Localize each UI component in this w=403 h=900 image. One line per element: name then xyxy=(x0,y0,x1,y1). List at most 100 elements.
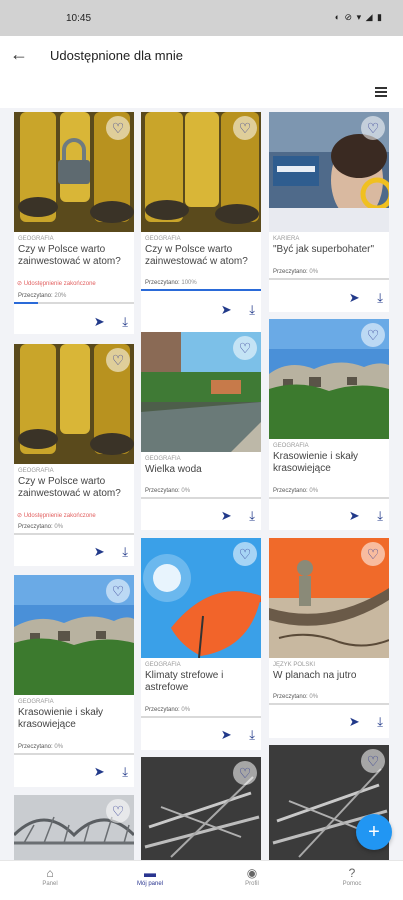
read-status: Przeczytano: 20% xyxy=(18,293,67,299)
page-title: Udostępnione dla mnie xyxy=(50,48,183,63)
heart-icon[interactable]: ♡ xyxy=(233,116,257,140)
download-icon[interactable]: ⤓ xyxy=(122,314,128,330)
read-status: Przeczytano: 0% xyxy=(145,707,191,713)
share-icon[interactable]: ➤ xyxy=(221,727,232,743)
heart-icon[interactable]: ♡ xyxy=(233,542,257,566)
share-icon[interactable]: ➤ xyxy=(94,544,105,560)
view-toolbar xyxy=(0,76,403,108)
app-bar: ← Udostępnione dla mnie xyxy=(0,36,403,76)
card-9[interactable]: ♡ xyxy=(14,795,134,860)
heart-icon[interactable]: ♡ xyxy=(106,348,130,372)
card-category: KARIERA xyxy=(273,236,300,242)
home-icon: ⌂ xyxy=(46,866,54,880)
card-actions: ➤ ⤓ xyxy=(335,508,383,524)
card-title: Wielka woda xyxy=(145,464,202,475)
read-progress-bar xyxy=(269,497,389,499)
nav-label: Panel xyxy=(42,881,58,887)
card-category: GEOGRAFIA xyxy=(145,662,181,668)
read-status: Przeczytano: 0% xyxy=(273,694,319,700)
download-icon[interactable]: ⤓ xyxy=(122,764,128,780)
card-category: JĘZYK POLSKI xyxy=(273,662,316,668)
read-progress-bar xyxy=(141,497,261,499)
read-status: Przeczytano: 0% xyxy=(18,524,64,530)
card-10[interactable]: ♡ xyxy=(141,757,261,860)
card-title: Czy w Polsce warto zainwestować w atom? xyxy=(18,244,121,267)
card-actions: ➤ ⤓ xyxy=(80,314,128,330)
bottom-navigation: ⌂ Panel ▬ Mój panel ◉ Profil ? Pomoc xyxy=(0,860,403,900)
card-title: "Być jak superbohater" xyxy=(273,244,375,255)
card-actions: ➤ ⤓ xyxy=(207,302,255,318)
card-category: GEOGRAFIA xyxy=(18,236,54,242)
share-icon[interactable]: ➤ xyxy=(94,764,105,780)
share-icon[interactable]: ➤ xyxy=(349,714,360,730)
download-icon[interactable]: ⤓ xyxy=(377,714,383,730)
read-progress-bar xyxy=(141,289,261,291)
download-icon[interactable]: ⤓ xyxy=(249,727,255,743)
share-ended-warning: ⊘ Udostępnienie zakończone xyxy=(17,281,96,287)
nav-item-my-panel[interactable]: ▬ Mój panel xyxy=(100,865,200,887)
list-view-icon[interactable] xyxy=(375,87,387,97)
status-icons: ◐ ⊘ ▾ ◢ ▮ xyxy=(334,12,383,22)
heart-icon[interactable]: ♡ xyxy=(106,799,130,823)
download-icon[interactable]: ⤓ xyxy=(377,290,383,306)
heart-icon[interactable]: ♡ xyxy=(106,579,130,603)
share-icon[interactable]: ➤ xyxy=(221,508,232,524)
card-title: Krasowienie i skały krasowiejące xyxy=(273,451,359,474)
nav-item-profile[interactable]: ◉ Profil xyxy=(202,865,302,887)
nav-label: Profil xyxy=(245,881,259,887)
card-8[interactable]: ♡ JĘZYK POLSKI W planach na jutro Przecz… xyxy=(269,538,389,738)
read-progress-bar xyxy=(14,753,134,755)
share-icon[interactable]: ➤ xyxy=(221,302,232,318)
card-5[interactable]: ♡ GEOGRAFIA Krasowienie i skały krasowie… xyxy=(269,319,389,530)
read-progress-bar xyxy=(141,716,261,718)
nav-label: Mój panel xyxy=(136,881,163,887)
read-progress-bar xyxy=(14,302,134,304)
card-2[interactable]: ♡ KARIERA "Być jak superbohater" Przeczy… xyxy=(269,112,389,312)
read-status: Przeczytano: 100% xyxy=(145,280,197,286)
card-title: Klimaty strefowe i astrefowe xyxy=(145,670,224,693)
card-0[interactable]: ♡ GEOGRAFIA Czy w Polsce warto zainwesto… xyxy=(14,112,134,334)
heart-icon[interactable]: ♡ xyxy=(361,116,385,140)
read-progress-bar xyxy=(14,533,134,535)
card-actions: ➤ ⤓ xyxy=(335,714,383,730)
download-icon[interactable]: ⤓ xyxy=(122,544,128,560)
card-actions: ➤ ⤓ xyxy=(207,727,255,743)
add-button[interactable]: + xyxy=(356,814,392,850)
card-category: GEOGRAFIA xyxy=(145,456,181,462)
card-title: Czy w Polsce warto zainwestować w atom? xyxy=(18,476,121,499)
status-bar: 10:45 ◐ ⊘ ▾ ◢ ▮ xyxy=(0,0,403,36)
heart-icon[interactable]: ♡ xyxy=(361,323,385,347)
read-status: Przeczytano: 0% xyxy=(145,488,191,494)
nav-label: Pomoc xyxy=(342,881,362,887)
back-arrow-icon[interactable]: ← xyxy=(10,44,30,64)
share-icon[interactable]: ➤ xyxy=(349,508,360,524)
card-actions: ➤ ⤓ xyxy=(335,290,383,306)
card-4[interactable]: ♡ GEOGRAFIA Wielka woda Przeczytano: 0% … xyxy=(141,332,261,530)
card-title: W planach na jutro xyxy=(273,670,357,681)
read-status: Przeczytano: 0% xyxy=(18,744,64,750)
download-icon[interactable]: ⤓ xyxy=(249,302,255,318)
read-progress-fill xyxy=(141,289,261,291)
heart-icon[interactable]: ♡ xyxy=(233,761,257,785)
card-actions: ➤ ⤓ xyxy=(80,544,128,560)
card-category: GEOGRAFIA xyxy=(18,699,54,705)
download-icon[interactable]: ⤓ xyxy=(377,508,383,524)
card-category: GEOGRAFIA xyxy=(145,236,181,242)
download-icon[interactable]: ⤓ xyxy=(249,508,255,524)
share-ended-warning: ⊘ Udostępnienie zakończone xyxy=(17,513,96,519)
card-6[interactable]: ♡ GEOGRAFIA Krasowienie i skały krasowie… xyxy=(14,575,134,787)
card-7[interactable]: ♡ GEOGRAFIA Klimaty strefowe i astrefowe… xyxy=(141,538,261,750)
share-icon[interactable]: ➤ xyxy=(94,314,105,330)
heart-icon[interactable]: ♡ xyxy=(361,749,385,773)
card-title: Krasowienie i skały krasowiejące xyxy=(18,707,104,730)
heart-icon[interactable]: ♡ xyxy=(106,116,130,140)
share-icon[interactable]: ➤ xyxy=(349,290,360,306)
heart-icon[interactable]: ♡ xyxy=(233,336,257,360)
nav-item-panel[interactable]: ⌂ Panel xyxy=(0,865,100,887)
card-1[interactable]: ♡ GEOGRAFIA Czy w Polsce warto zainwesto… xyxy=(141,112,261,334)
card-title: Czy w Polsce warto zainwestować w atom? xyxy=(145,244,248,267)
card-actions: ➤ ⤓ xyxy=(207,508,255,524)
card-3[interactable]: ♡ GEOGRAFIA Czy w Polsce warto zainwesto… xyxy=(14,344,134,566)
heart-icon[interactable]: ♡ xyxy=(361,542,385,566)
nav-item-help[interactable]: ? Pomoc xyxy=(302,865,402,887)
